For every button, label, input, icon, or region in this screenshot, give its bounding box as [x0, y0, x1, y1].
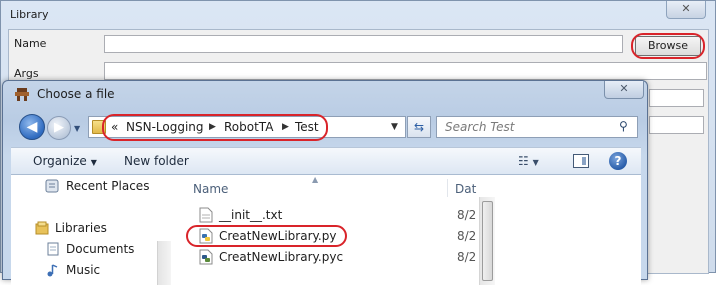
file-row-creatnewlibrary-py[interactable]: CreatNewLibrary.py 8/2 — [179, 226, 479, 246]
breadcrumb-separator-icon[interactable]: ▶ — [209, 122, 216, 132]
organize-button[interactable]: Organize ▼ — [33, 154, 97, 168]
column-header-name[interactable]: Name — [193, 182, 228, 196]
recent-places-icon — [45, 179, 59, 193]
column-header-date[interactable]: Dat — [455, 182, 476, 196]
view-options-icon[interactable]: ☷ ▼ — [518, 154, 539, 168]
nav-item-music[interactable]: Music — [66, 263, 100, 277]
forward-arrow-icon: ▶ — [54, 120, 64, 135]
file-row-creatnewlibrary-pyc[interactable]: CreatNewLibrary.pyc 8/2 — [179, 247, 479, 267]
library-field-4[interactable] — [649, 116, 704, 134]
file-date: 8/2 — [457, 229, 477, 243]
back-button[interactable]: ◀ — [19, 114, 45, 140]
nav-item-recent-places[interactable]: Recent Places — [66, 179, 149, 193]
chevron-down-icon: ▼ — [90, 158, 97, 167]
address-overflow[interactable]: « — [111, 120, 118, 134]
toolbar: Organize ▼ New folder ☷ ▼ ? — [11, 147, 641, 175]
file-name: __init__.txt — [219, 208, 283, 222]
library-dialog-title: Library — [10, 8, 49, 21]
file-date: 8/2 — [457, 208, 477, 222]
file-row-init-txt[interactable]: __init__.txt 8/2 — [179, 205, 479, 225]
dialog-content: Recent Places Libraries Documents Music — [11, 175, 641, 285]
forward-button[interactable]: ▶ — [47, 116, 71, 140]
organize-label: Organize — [33, 154, 87, 168]
navigation-scrollbar[interactable] — [157, 241, 171, 285]
help-icon[interactable]: ? — [609, 152, 627, 170]
args-label: Args — [14, 67, 39, 80]
music-icon — [47, 264, 58, 277]
name-input[interactable] — [104, 35, 623, 53]
library-field-3[interactable] — [649, 89, 704, 107]
python-compiled-file-icon — [199, 249, 213, 265]
breadcrumb-nsn-logging[interactable]: NSN-Logging — [126, 120, 204, 134]
back-arrow-icon: ◀ — [26, 119, 38, 135]
breadcrumb-robotta[interactable]: RobotTA — [224, 120, 273, 134]
scrollbar-thumb[interactable] — [482, 201, 493, 281]
robot-app-icon — [15, 88, 29, 101]
name-label: Name — [14, 37, 47, 50]
address-dropdown-icon[interactable]: ▼ — [391, 122, 398, 132]
new-folder-button[interactable]: New folder — [124, 154, 189, 168]
python-file-icon — [199, 228, 213, 244]
file-name: CreatNewLibrary.pyc — [219, 250, 344, 264]
choose-file-dialog: Choose a file ✕ ◀ ▶ ▼ « NSN-Logging ▶ Ro… — [2, 80, 648, 285]
navigation-pane: Recent Places Libraries Documents Music — [11, 175, 172, 285]
folder-icon — [92, 120, 106, 134]
recent-locations-dropdown[interactable]: ▼ — [74, 124, 80, 133]
library-close-button[interactable]: ✕ — [666, 1, 706, 19]
file-name: CreatNewLibrary.py — [219, 229, 337, 243]
nav-item-documents[interactable]: Documents — [66, 242, 134, 256]
nav-item-libraries[interactable]: Libraries — [55, 221, 107, 235]
choose-file-close-button[interactable]: ✕ — [604, 81, 644, 99]
column-divider[interactable] — [447, 179, 448, 197]
search-box[interactable]: Search Test ⚲ — [436, 116, 638, 138]
breadcrumb-separator-icon[interactable]: ▶ — [282, 122, 289, 132]
browse-button[interactable]: Browse — [635, 36, 701, 56]
args-input[interactable] — [104, 62, 707, 80]
refresh-button[interactable]: ⇆ — [407, 116, 431, 138]
text-file-icon — [199, 207, 213, 223]
choose-file-title: Choose a file — [37, 87, 115, 101]
address-bar[interactable]: « NSN-Logging ▶ RobotTA ▶ Test ▼ — [88, 116, 406, 138]
search-icon[interactable]: ⚲ — [619, 119, 628, 133]
libraries-icon — [35, 221, 49, 235]
search-placeholder: Search Test — [445, 120, 515, 134]
file-date: 8/2 — [457, 250, 477, 264]
breadcrumb-test[interactable]: Test — [295, 120, 319, 134]
sort-ascending-icon: ▲ — [312, 175, 319, 184]
file-list-scrollbar[interactable] — [479, 197, 495, 285]
column-header-row: ▲ Name Dat — [179, 175, 639, 201]
documents-icon — [47, 242, 59, 256]
preview-pane-icon[interactable] — [573, 154, 589, 168]
refresh-icon: ⇆ — [413, 120, 425, 134]
file-list: ▲ Name Dat __init__.txt 8/2 CreatNewLibr… — [179, 175, 641, 285]
